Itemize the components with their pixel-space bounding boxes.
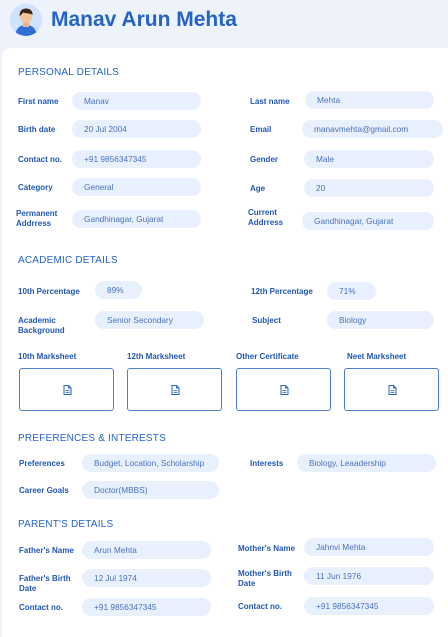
- current-address-field[interactable]: Gandhinagar, Gujarat: [302, 212, 434, 230]
- upload-box-10th-marksheet[interactable]: [19, 368, 114, 411]
- father-birth-label-line1: Father's Birth: [19, 574, 71, 583]
- section-title-parents: PARENT'S DETAILS: [18, 519, 114, 530]
- permanent-address-label-line2: Addrress: [16, 219, 52, 228]
- upload-box-neet-marksheet[interactable]: [344, 368, 439, 411]
- gender-label: Gender: [250, 155, 279, 164]
- twelfth-percentage-label: 12th Percentage: [251, 287, 313, 296]
- father-name-field[interactable]: Arun Mehta: [82, 541, 211, 559]
- father-contact-label: Contact no.: [19, 603, 63, 612]
- category-label: Category: [18, 183, 53, 192]
- birth-date-label: Birth date: [18, 125, 56, 134]
- current-address-label-line2: Addrress: [248, 218, 284, 227]
- academic-background-label-line1: Academic: [18, 316, 56, 325]
- permanent-address-label-line1: Permanent: [16, 209, 58, 218]
- subject-field[interactable]: Biology: [327, 311, 434, 329]
- category-field[interactable]: General: [72, 178, 201, 196]
- email-field[interactable]: manavmehta@gmail.com: [302, 120, 443, 138]
- father-birth-field[interactable]: 12 Jul 1974: [82, 569, 211, 587]
- profile-header: Manav Arun Mehta: [0, 0, 448, 46]
- career-goals-label: Career Goals: [19, 486, 69, 495]
- upload-label-10th-marksheet: 10th Marksheet: [18, 352, 77, 361]
- interests-label: Interests: [250, 459, 284, 468]
- email-label: Email: [250, 125, 272, 134]
- birth-date-field[interactable]: 20 Jul 2004: [72, 120, 201, 138]
- age-field[interactable]: 20: [304, 179, 434, 197]
- avatar[interactable]: [10, 4, 42, 36]
- mother-name-label: Mother's Name: [238, 544, 296, 553]
- first-name-field[interactable]: Manav: [72, 92, 201, 110]
- last-name-field[interactable]: Mehta: [305, 91, 434, 109]
- father-contact-field[interactable]: +91 9856347345: [82, 598, 211, 616]
- mother-contact-label: Contact no.: [238, 602, 282, 611]
- contact-label: Contact no.: [18, 155, 62, 164]
- document-icon: [171, 385, 180, 395]
- academic-background-field[interactable]: Senior Secondary: [95, 311, 204, 329]
- twelfth-percentage-field[interactable]: 71%: [327, 282, 376, 300]
- section-title-preferences: PREFERENCES & INTERESTS: [18, 433, 166, 444]
- interests-field[interactable]: Biology, Leaadership: [297, 454, 436, 472]
- tenth-percentage-label: 10th Percentage: [18, 287, 80, 296]
- section-title-academic: ACADEMIC DETAILS: [18, 255, 118, 266]
- user-avatar-icon: [10, 4, 42, 36]
- age-label: Age: [250, 184, 266, 193]
- current-address-label-line1: Current: [248, 208, 277, 217]
- subject-label: Subject: [252, 316, 281, 325]
- permanent-address-field[interactable]: Gandhinagar, Gujarat: [72, 210, 201, 228]
- mother-contact-field[interactable]: +91 9856347345: [304, 597, 434, 615]
- gender-field[interactable]: Male: [304, 150, 434, 168]
- tenth-percentage-field[interactable]: 89%: [95, 281, 142, 299]
- mother-name-field[interactable]: Jahnvi Mehta: [304, 538, 434, 556]
- contact-field[interactable]: +91 9856347345: [72, 150, 201, 168]
- upload-label-other-certificate: Other Certificate: [236, 352, 299, 361]
- mother-birth-label-line2: Date: [238, 579, 256, 588]
- mother-birth-field[interactable]: 11 Jun 1976: [304, 567, 434, 585]
- section-title-personal: PERSONAL DETAILS: [18, 67, 120, 78]
- mother-birth-label-line1: Mother's Birth: [238, 569, 292, 578]
- last-name-label: Last name: [250, 97, 290, 106]
- upload-box-12th-marksheet[interactable]: [127, 368, 222, 411]
- upload-label-neet-marksheet: Neet Marksheet: [347, 352, 407, 361]
- document-icon: [388, 385, 397, 395]
- academic-background-label-line2: Background: [18, 326, 65, 335]
- preferences-label: Preferences: [19, 459, 65, 468]
- first-name-label: First name: [18, 97, 59, 106]
- upload-box-other-certificate[interactable]: [236, 368, 331, 411]
- career-goals-field[interactable]: Doctor(MBBS): [82, 481, 219, 499]
- father-birth-label-line2: Date: [19, 584, 37, 593]
- preferences-field[interactable]: Budget, Location, Scholarship: [82, 454, 219, 472]
- father-name-label: Father's Name: [19, 546, 74, 555]
- document-icon: [63, 385, 72, 395]
- document-icon: [280, 385, 289, 395]
- student-name: Manav Arun Mehta: [51, 8, 237, 31]
- upload-label-12th-marksheet: 12th Marksheet: [127, 352, 186, 361]
